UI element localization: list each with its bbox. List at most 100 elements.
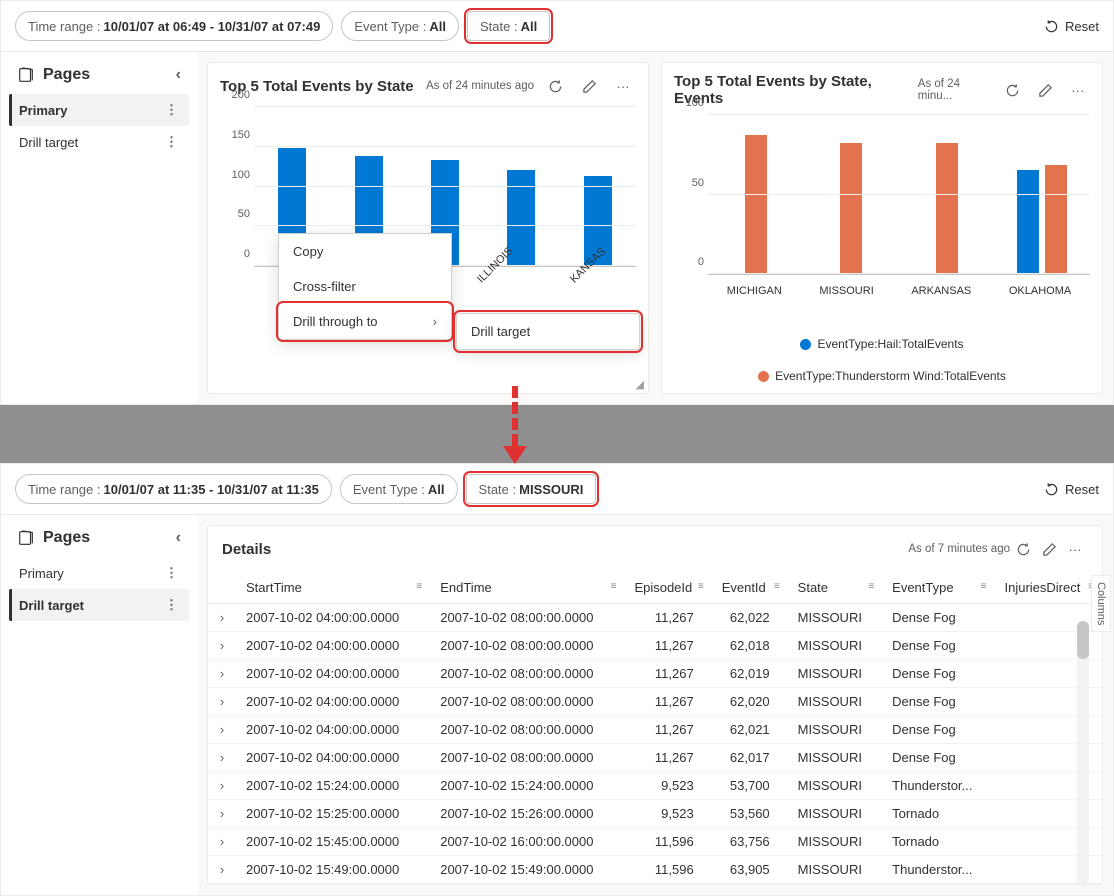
context-menu: Copy Cross-filter Drill through to ›	[278, 233, 452, 340]
reset-icon	[1044, 482, 1059, 497]
ctx-copy[interactable]: Copy	[279, 234, 451, 269]
scroll-thumb[interactable]	[1077, 621, 1089, 659]
bar[interactable]	[936, 143, 958, 274]
bar[interactable]	[1017, 170, 1039, 274]
reset-label: Reset	[1065, 482, 1099, 497]
legend-item-hail: EventType:Hail:TotalEvents	[800, 337, 963, 351]
filter-value: 10/01/07 at 11:35 - 10/31/07 at 11:35	[104, 482, 319, 497]
reset-button[interactable]: Reset	[1044, 19, 1099, 34]
details-table: StartTime≡EndTime≡EpisodeId≡EventId≡Stat…	[208, 572, 1102, 884]
ctx-label: Drill through to	[293, 314, 378, 329]
expand-icon[interactable]: ›	[208, 800, 236, 828]
ctx-drill-target[interactable]: Drill target	[457, 314, 639, 349]
pages-header: Pages ‹	[9, 62, 189, 94]
table-row[interactable]: ›2007-10-02 04:00:00.00002007-10-02 08:0…	[208, 744, 1102, 772]
scrollbar[interactable]	[1077, 621, 1089, 887]
expand-icon[interactable]: ›	[208, 688, 236, 716]
more-icon[interactable]: ⋮	[165, 134, 179, 150]
reset-label: Reset	[1065, 19, 1099, 34]
sort-icon[interactable]: ≡	[981, 581, 987, 592]
legend-label: EventType:Hail:TotalEvents	[817, 337, 963, 351]
more-icon[interactable]: ···	[1066, 77, 1090, 103]
filter-value: All	[521, 19, 538, 34]
more-icon[interactable]: ···	[610, 73, 636, 99]
expand-icon[interactable]: ›	[208, 716, 236, 744]
details-title: Details	[222, 541, 271, 558]
col-episodeid[interactable]: EpisodeId≡	[624, 572, 711, 604]
col-state[interactable]: State≡	[788, 572, 883, 604]
more-icon[interactable]: ⋮	[165, 565, 179, 581]
bar[interactable]	[840, 143, 862, 274]
col-starttime[interactable]: StartTime≡	[236, 572, 430, 604]
table-row[interactable]: ›2007-10-02 15:45:00.00002007-10-02 16:0…	[208, 828, 1102, 856]
expand-icon[interactable]: ›	[208, 744, 236, 772]
x-label: ARKANSAS	[911, 285, 971, 297]
filter-event-type[interactable]: Event Type : All	[341, 11, 459, 41]
sort-icon[interactable]: ≡	[774, 581, 780, 592]
sort-icon[interactable]: ≡	[416, 581, 422, 592]
sort-icon[interactable]: ≡	[698, 581, 704, 592]
refresh-icon[interactable]	[1001, 77, 1025, 103]
bar[interactable]	[1045, 165, 1067, 274]
pages-title: Pages	[43, 529, 90, 547]
tile-top5-state-events: Top 5 Total Events by State, Events As o…	[661, 62, 1103, 394]
tile-header: Top 5 Total Events by State, Events As o…	[674, 73, 1090, 107]
edit-icon[interactable]	[1033, 77, 1057, 103]
table-row[interactable]: ›2007-10-02 04:00:00.00002007-10-02 08:0…	[208, 716, 1102, 744]
filter-label: State :	[480, 19, 518, 34]
table-header-row: StartTime≡EndTime≡EpisodeId≡EventId≡Stat…	[208, 572, 1102, 604]
more-icon[interactable]: ⋮	[165, 102, 179, 118]
col-injuriesdirect[interactable]: InjuriesDirect≡	[995, 572, 1103, 604]
more-icon[interactable]: ···	[1062, 536, 1088, 562]
expand-icon[interactable]: ›	[208, 828, 236, 856]
col-eventtype[interactable]: EventType≡	[882, 572, 994, 604]
filter-bar: Time range : 10/01/07 at 06:49 - 10/31/0…	[1, 1, 1113, 51]
expand-icon[interactable]: ›	[208, 632, 236, 660]
table-row[interactable]: ›2007-10-02 04:00:00.00002007-10-02 08:0…	[208, 632, 1102, 660]
filter-time-range[interactable]: Time range : 10/01/07 at 06:49 - 10/31/0…	[15, 11, 333, 41]
col-eventid[interactable]: EventId≡	[712, 572, 788, 604]
ctx-drill-through[interactable]: Drill through to ›	[279, 304, 451, 339]
asof-label: As of 24 minu...	[918, 78, 993, 102]
more-icon[interactable]: ⋮	[165, 597, 179, 613]
refresh-icon[interactable]	[542, 73, 568, 99]
filter-label: Event Type :	[354, 19, 426, 34]
pages-sidebar: Pages ‹ Primary⋮ Drill target ⋮	[1, 51, 197, 404]
filter-label: Time range :	[28, 482, 101, 497]
chart-2[interactable]: 050100 MICHIGANMISSOURIARKANSASOKLAHOMA	[674, 115, 1090, 297]
table-row[interactable]: ›2007-10-02 04:00:00.00002007-10-02 08:0…	[208, 604, 1102, 632]
resize-handle-icon[interactable]: ◢	[636, 378, 644, 391]
col-endtime[interactable]: EndTime≡	[430, 572, 624, 604]
table-row[interactable]: ›2007-10-02 04:00:00.00002007-10-02 08:0…	[208, 660, 1102, 688]
sort-icon[interactable]: ≡	[611, 581, 617, 592]
table-row[interactable]: ›2007-10-02 04:00:00.00002007-10-02 08:0…	[208, 688, 1102, 716]
edit-icon[interactable]	[576, 73, 602, 99]
collapse-icon[interactable]: ‹	[176, 66, 181, 84]
filter-state[interactable]: State : All	[467, 11, 550, 41]
table-row[interactable]: ›2007-10-02 15:49:00.00002007-10-02 15:4…	[208, 856, 1102, 884]
bar[interactable]	[745, 135, 767, 274]
nav-label: Drill target	[19, 135, 78, 150]
reset-icon	[1044, 19, 1059, 34]
sidebar-item-drill-target[interactable]: Drill target ⋮	[9, 126, 189, 158]
refresh-icon[interactable]	[1010, 536, 1036, 562]
main-layout: Pages ‹ Primary⋮ Drill target ⋮ Top 5 Tota…	[1, 51, 1113, 404]
tiles-area: Top 5 Total Events by State As of 24 min…	[197, 51, 1113, 404]
filter-event-type[interactable]: Event Type : All	[340, 474, 458, 504]
sort-icon[interactable]: ≡	[868, 581, 874, 592]
reset-button[interactable]: Reset	[1044, 482, 1099, 497]
edit-icon[interactable]	[1036, 536, 1062, 562]
sidebar-item-primary[interactable]: Primary⋮	[9, 94, 189, 126]
sidebar-item-primary[interactable]: Primary⋮	[9, 557, 189, 589]
expand-icon[interactable]: ›	[208, 604, 236, 632]
columns-tab[interactable]: Columns	[1091, 575, 1111, 632]
sidebar-item-drill-target[interactable]: Drill target⋮	[9, 589, 189, 621]
collapse-icon[interactable]: ‹	[176, 529, 181, 547]
filter-time-range[interactable]: Time range : 10/01/07 at 11:35 - 10/31/0…	[15, 474, 332, 504]
expand-icon[interactable]: ›	[208, 660, 236, 688]
expand-icon[interactable]: ›	[208, 856, 236, 884]
filter-state[interactable]: State : MISSOURI	[466, 474, 597, 504]
swatch-icon	[758, 371, 769, 382]
ctx-cross-filter[interactable]: Cross-filter	[279, 269, 451, 304]
table-row[interactable]: ›2007-10-02 15:25:00.00002007-10-02 15:2…	[208, 800, 1102, 828]
